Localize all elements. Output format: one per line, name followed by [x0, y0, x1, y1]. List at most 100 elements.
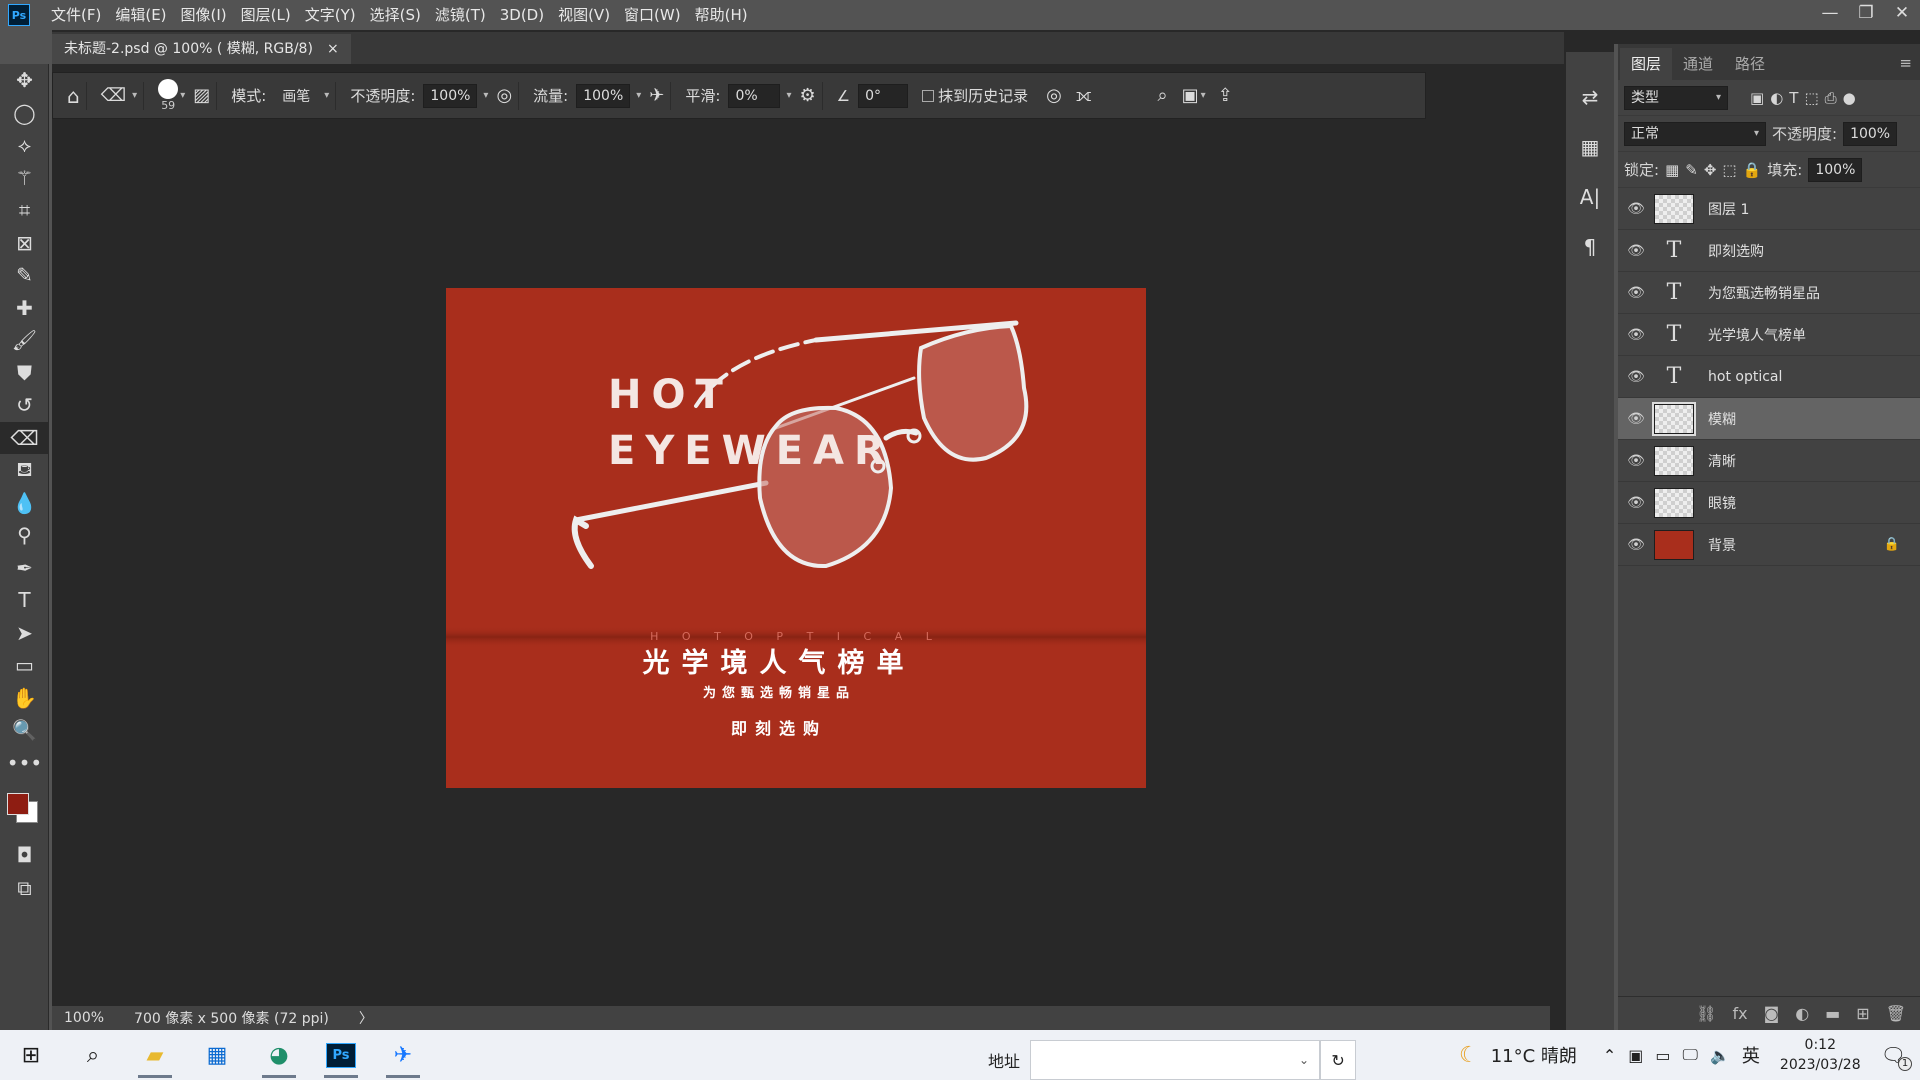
smart-filter-icon[interactable]: ⎙	[1825, 89, 1837, 107]
layer-row[interactable]: 👁 清晰	[1618, 440, 1920, 482]
zoom-level[interactable]: 100%	[64, 1010, 104, 1026]
menu-filter[interactable]: 滤镜(T)	[428, 0, 493, 30]
zoom-tool-icon[interactable]: 🔍	[0, 714, 49, 747]
visibility-eye-icon[interactable]: 👁	[1618, 285, 1654, 301]
symmetry-icon[interactable]: ⟗	[1076, 85, 1092, 106]
refresh-icon[interactable]: ↻	[1320, 1040, 1357, 1080]
screen-mode-icon[interactable]: ⧉	[0, 872, 49, 905]
menu-window[interactable]: 窗口(W)	[617, 0, 688, 30]
visibility-eye-icon[interactable]: 👁	[1618, 495, 1654, 511]
menu-help[interactable]: 帮助(H)	[688, 0, 755, 30]
ime-indicator[interactable]: 英	[1742, 1042, 1760, 1068]
visibility-eye-icon[interactable]: 👁	[1618, 537, 1654, 553]
erase-history-option[interactable]: 抹到历史记录	[922, 85, 1028, 106]
layer-opacity-field[interactable]: 100%	[1843, 121, 1898, 146]
lasso-tool-icon[interactable]: ◯	[0, 97, 49, 130]
visibility-eye-icon[interactable]: 👁	[1618, 453, 1654, 469]
hand-tool-icon[interactable]: ✋	[0, 682, 49, 715]
path-selection-icon[interactable]: ➤	[0, 617, 49, 650]
tool-preset-picker[interactable]: ⌫ ▾	[101, 85, 137, 106]
smoothing-field[interactable]: 0% ▾	[728, 83, 791, 108]
eyedropper-icon[interactable]: ✎	[0, 259, 49, 292]
layer-kind-filter[interactable]: 类型 ▾	[1624, 85, 1728, 110]
brush-preset-picker[interactable]: 59	[158, 79, 179, 112]
chevron-down-icon[interactable]: ▾	[1201, 90, 1206, 101]
paragraph-panel-icon[interactable]: ¶	[1566, 222, 1614, 272]
panel-menu-icon[interactable]: ≡	[1891, 54, 1920, 80]
document-tab[interactable]: 未标题-2.psd @ 100% ( 模糊, RGB/8) ×	[52, 34, 351, 64]
blur-tool-icon[interactable]: 💧	[0, 487, 49, 520]
type-filter-icon[interactable]: T	[1789, 89, 1798, 107]
opacity-field[interactable]: 100% ▾	[423, 83, 488, 108]
app-tray-icon[interactable]: ▣	[1628, 1046, 1643, 1065]
layer-row[interactable]: 👁 T 为您甄选畅销星品	[1618, 272, 1920, 314]
minimize-button[interactable]: —	[1812, 0, 1848, 30]
gear-icon[interactable]: ⚙	[799, 85, 815, 106]
battery-icon[interactable]: ▭	[1655, 1046, 1670, 1065]
quick-mask-icon[interactable]: ◘	[0, 839, 49, 872]
layer-row-selected[interactable]: 👁 模糊	[1618, 398, 1920, 440]
libraries-panel-icon[interactable]: ▦	[1566, 122, 1614, 172]
menu-edit[interactable]: 编辑(E)	[108, 0, 173, 30]
share-icon[interactable]: ⇪	[1218, 85, 1233, 106]
flow-field[interactable]: 100% ▾	[576, 83, 641, 108]
menu-select[interactable]: 选择(S)	[363, 0, 428, 30]
visibility-eye-icon[interactable]: 👁	[1618, 243, 1654, 259]
store-icon[interactable]: ▦	[186, 1030, 248, 1080]
layer-row[interactable]: 👁 Thot optical	[1618, 356, 1920, 398]
layer-style-icon[interactable]: fx	[1733, 1004, 1748, 1023]
close-button[interactable]: ✕	[1884, 0, 1920, 30]
menu-3d[interactable]: 3D(D)	[493, 0, 551, 30]
pressure-opacity-icon[interactable]: ◎	[496, 85, 512, 106]
airbrush-icon[interactable]: ✈	[649, 85, 664, 106]
menu-view[interactable]: 视图(V)	[551, 0, 617, 30]
character-panel-icon[interactable]: A|	[1566, 172, 1614, 222]
lock-all-icon[interactable]: 🔒	[1743, 161, 1762, 179]
crop-tool-icon[interactable]: ⌗	[0, 194, 49, 227]
tab-layers[interactable]: 图层	[1620, 48, 1673, 80]
document-canvas[interactable]: HOT EYEWEAR H O T O P T I C A L 光学境人气榜单 …	[446, 288, 1146, 788]
volume-icon[interactable]: 🔈	[1710, 1046, 1730, 1065]
menu-type[interactable]: 文字(Y)	[298, 0, 363, 30]
eraser-tool-icon[interactable]: ⌫	[0, 421, 49, 454]
menu-layer[interactable]: 图层(L)	[234, 0, 298, 30]
search-icon[interactable]: ⌕	[62, 1030, 124, 1080]
layer-row[interactable]: 👁 T 光学境人气榜单	[1618, 314, 1920, 356]
healing-brush-icon[interactable]: ✚	[0, 292, 49, 325]
add-mask-icon[interactable]: ◙	[1764, 1004, 1780, 1023]
shape-filter-icon[interactable]: ⬚	[1804, 89, 1818, 107]
more-tools-icon[interactable]: •••	[0, 747, 49, 780]
photoshop-taskbar-icon[interactable]: Ps	[310, 1030, 372, 1080]
pressure-size-icon[interactable]: ◎	[1046, 85, 1062, 106]
history-panel-icon[interactable]: ⇄	[1566, 72, 1614, 122]
paint-bucket-icon[interactable]: ⛾	[0, 454, 49, 487]
home-icon[interactable]: ⌂	[67, 84, 80, 108]
brush-settings-icon[interactable]: ▨	[193, 85, 210, 106]
adjustment-filter-icon[interactable]: ◐	[1770, 89, 1783, 107]
layer-row[interactable]: 👁 眼镜	[1618, 482, 1920, 524]
lock-transparency-icon[interactable]: ▦	[1665, 161, 1679, 179]
mode-dropdown[interactable]: 画笔 ▾	[274, 86, 329, 106]
chevron-up-icon[interactable]: ⌃	[1603, 1046, 1616, 1065]
filter-toggle-icon[interactable]: ●	[1843, 89, 1856, 107]
notification-icon[interactable]: 🗨 1	[1881, 1043, 1912, 1071]
dodge-tool-icon[interactable]: ⚲	[0, 519, 49, 552]
clock[interactable]: 0:12 2023/03/28	[1780, 1035, 1861, 1075]
layer-row[interactable]: 👁 图层 1	[1618, 188, 1920, 230]
weather-text[interactable]: 11°C 晴朗	[1491, 1042, 1577, 1068]
move-tool-icon[interactable]: ✥	[0, 64, 49, 97]
blend-mode-dropdown[interactable]: 正常 ▾	[1624, 121, 1766, 146]
polygonal-lasso-icon[interactable]: ⟡	[0, 129, 49, 162]
tab-channels[interactable]: 通道	[1672, 48, 1724, 80]
chevron-down-icon[interactable]: ▾	[180, 90, 185, 101]
menu-image[interactable]: 图像(I)	[174, 0, 234, 30]
tab-paths[interactable]: 路径	[1724, 48, 1776, 80]
frame-tool-icon[interactable]: ⊠	[0, 227, 49, 260]
visibility-eye-icon[interactable]: 👁	[1618, 327, 1654, 343]
angle-field[interactable]: 0°	[858, 83, 909, 108]
layer-row[interactable]: 👁 背景 🔒	[1618, 524, 1920, 566]
adjustment-layer-icon[interactable]: ◐	[1795, 1004, 1809, 1023]
visibility-eye-icon[interactable]: 👁	[1618, 411, 1654, 427]
status-arrow-icon[interactable]: 〉	[359, 1008, 373, 1028]
type-tool-icon[interactable]: T	[0, 584, 49, 617]
